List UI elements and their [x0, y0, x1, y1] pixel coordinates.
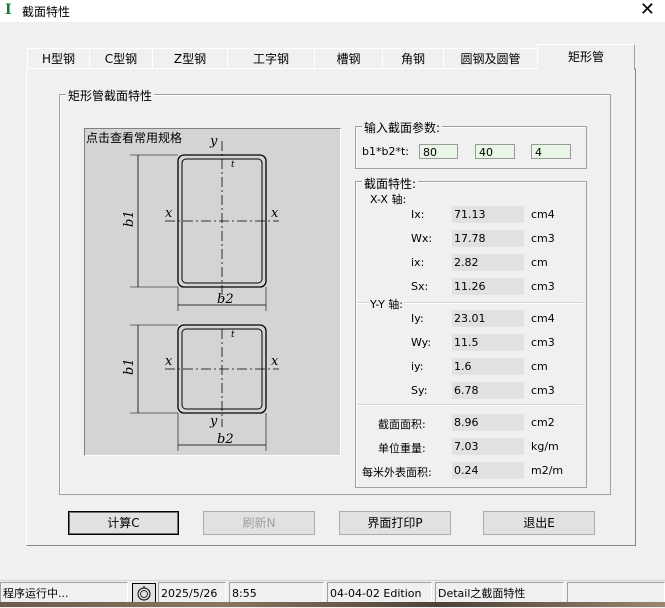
calc-button[interactable]: 计算C — [68, 511, 179, 535]
axis-label-x-right-2: x — [271, 354, 279, 369]
title-bar: I 截面特性 ✕ — [0, 0, 665, 22]
wy-value: 11.5 — [452, 334, 524, 351]
close-icon[interactable]: ✕ — [640, 0, 655, 21]
tab-z-steel[interactable]: Z型钢 — [152, 48, 228, 69]
tab-c-steel[interactable]: C型钢 — [89, 48, 153, 69]
thickness-label-bottom: t — [231, 330, 235, 340]
status-time: 8:55 — [229, 582, 324, 604]
surface-value: 0.24 — [452, 462, 524, 479]
radius-y-unit: cm — [531, 360, 548, 373]
t-input[interactable]: 4 — [531, 144, 571, 159]
radius-x-unit: cm — [531, 256, 548, 269]
exit-button[interactable]: 退出E — [483, 511, 595, 535]
ix-unit: cm4 — [531, 208, 555, 221]
tab-rect-tube[interactable]: 矩形管 — [537, 44, 635, 70]
ix-label: Ix: — [411, 208, 425, 221]
separator — [357, 404, 583, 406]
weight-unit: kg/m — [531, 440, 559, 453]
thickness-label-top: t — [231, 160, 235, 170]
app-icon: I — [5, 2, 12, 18]
dim-b1-bottom: b1 — [122, 358, 137, 375]
area-value: 8.96 — [452, 414, 524, 431]
group-title: 矩形管截面特性 — [66, 87, 155, 104]
tab-channel[interactable]: 槽钢 — [314, 48, 383, 69]
section-picture[interactable]: 点击查看常用规格 y x x t b1 b2 x x t b1 y b2 — [84, 128, 341, 456]
sx-unit: cm3 — [531, 280, 555, 293]
input-group-title: 输入截面参数: — [362, 119, 443, 136]
b1-input[interactable]: 80 — [419, 144, 458, 159]
radius-x-label: ix: — [411, 256, 425, 269]
axis-label-x-left-2: x — [165, 354, 173, 369]
section-diagram: y x x t b1 b2 x x t b1 y b2 — [122, 134, 279, 451]
yy-axis-label: Y-Y 轴: — [370, 296, 403, 312]
status-detail: Detail之截面特性 — [435, 582, 564, 604]
window-title: 截面特性 — [22, 5, 71, 19]
dim-b2-bottom: b2 — [217, 432, 234, 447]
axis-label-x-left: x — [165, 206, 173, 221]
dim-b1-top: b1 — [122, 210, 137, 227]
sy-value: 6.78 — [452, 382, 524, 399]
props-group-title: 截面特性: — [362, 175, 419, 192]
axis-label-y-top: y — [209, 134, 218, 149]
sy-unit: cm3 — [531, 384, 555, 397]
ix-value: 71.13 — [452, 206, 524, 223]
tab-h-steel[interactable]: H型钢 — [27, 48, 90, 69]
iy-value: 23.01 — [452, 310, 524, 327]
radius-x-value: 2.82 — [452, 254, 524, 271]
wx-value: 17.78 — [452, 230, 524, 247]
dim-b2-top: b2 — [217, 292, 234, 307]
surface-unit: m2/m — [531, 464, 564, 477]
sx-label: Sx: — [411, 280, 429, 293]
status-edition: 04-04-02 Edition — [327, 582, 432, 604]
surface-label: 每米外表面积: — [362, 466, 432, 479]
radius-y-value: 1.6 — [452, 358, 524, 375]
status-date: 2025/5/26 — [158, 582, 226, 604]
weight-label: 单位重量: — [378, 442, 426, 455]
tab-i-beam[interactable]: 工字钢 — [227, 48, 315, 69]
desktop-background — [0, 602, 665, 607]
refresh-button[interactable]: 刷新N — [203, 511, 315, 535]
sx-value: 11.26 — [452, 278, 524, 295]
iy-label: Iy: — [411, 312, 424, 325]
status-empty — [567, 582, 665, 604]
radius-y-label: iy: — [411, 360, 424, 373]
wy-unit: cm3 — [531, 336, 555, 349]
tab-angle[interactable]: 角钢 — [382, 48, 444, 69]
area-label: 截面面积: — [378, 418, 426, 431]
area-unit: cm2 — [531, 416, 555, 429]
sy-label: Sy: — [411, 384, 428, 397]
b2-input[interactable]: 40 — [475, 144, 515, 159]
axis-label-x-right: x — [271, 206, 279, 221]
wx-label: Wx: — [411, 232, 433, 245]
axis-label-y-bottom: y — [209, 414, 218, 429]
dims-label: b1*b2*t: — [362, 145, 409, 158]
status-text: 程序运行中... — [0, 582, 128, 604]
wx-unit: cm3 — [531, 232, 555, 245]
wy-label: Wy: — [411, 336, 432, 349]
timer-icon — [132, 583, 156, 603]
iy-unit: cm4 — [531, 312, 555, 325]
weight-value: 7.03 — [452, 438, 524, 455]
xx-axis-label: X-X 轴: — [370, 193, 407, 206]
tab-round[interactable]: 圆钢及圆管 — [443, 48, 538, 69]
print-button[interactable]: 界面打印P — [339, 511, 451, 535]
